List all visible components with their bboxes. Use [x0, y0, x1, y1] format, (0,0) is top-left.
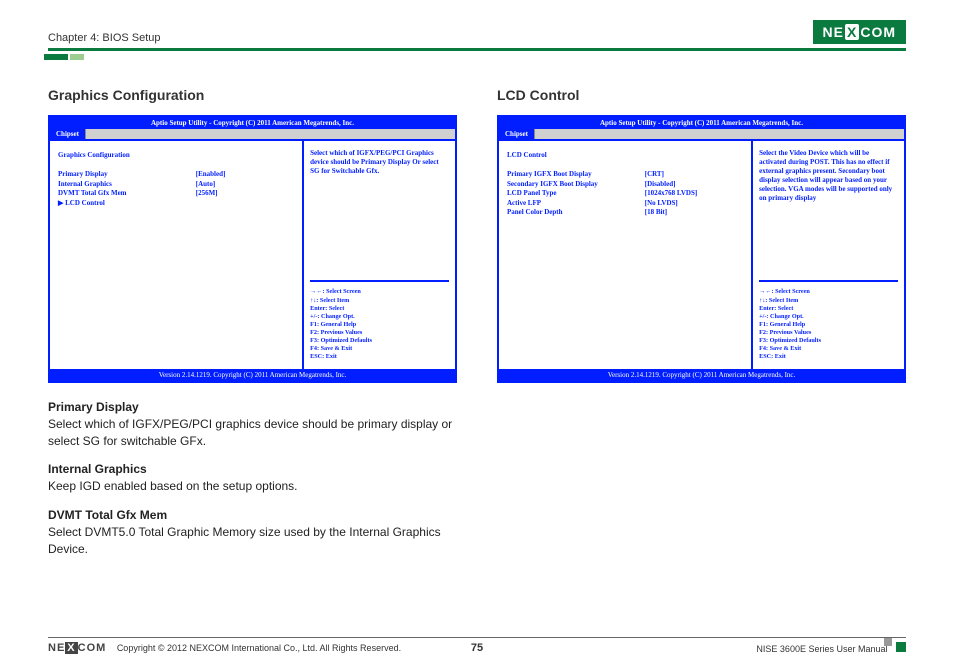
- bios-key: Enter: Select: [310, 305, 449, 313]
- bios-key-list: →←: Select Screen ↑↓: Select Item Enter:…: [759, 280, 898, 361]
- bios-tab-bar: Chipset: [499, 129, 904, 139]
- left-column: Graphics Configuration Aptio Setup Utili…: [48, 87, 457, 557]
- desc-body: Select which of IGFX/PEG/PCI graphics de…: [48, 416, 457, 450]
- bios-help-text: Select the Video Device which will be ac…: [759, 149, 898, 204]
- bios-title-bar: Aptio Setup Utility - Copyright (C) 2011…: [499, 117, 904, 129]
- bios-row[interactable]: Internal Graphics [Auto]: [58, 180, 294, 189]
- bios-key: ↑↓: Select Item: [759, 297, 898, 305]
- bios-row[interactable]: ▶ LCD Control: [58, 199, 294, 208]
- right-column: LCD Control Aptio Setup Utility - Copyri…: [497, 87, 906, 557]
- bios-key: ESC: Exit: [759, 353, 898, 361]
- bios-key: F4: Save & Exit: [310, 345, 449, 353]
- bios-help-text: Select which of IGFX/PEG/PCI Graphics de…: [310, 149, 449, 176]
- brand-logo: NEXCOM: [813, 20, 906, 44]
- bios-help-pane: Select which of IGFX/PEG/PCI Graphics de…: [304, 141, 455, 369]
- bios-row[interactable]: Active LFP [No LVDS]: [507, 199, 743, 208]
- bios-key: F1: General Help: [759, 321, 898, 329]
- bios-key: →←: Select Screen: [759, 288, 898, 296]
- bios-row-label: Primary IGFX Boot Display: [507, 170, 645, 179]
- bios-row-label: Primary Display: [58, 170, 196, 179]
- bios-row[interactable]: DVMT Total Gfx Mem [256M]: [58, 189, 294, 198]
- bios-tab-bar: Chipset: [50, 129, 455, 139]
- bios-row-value: [18 Bit]: [645, 208, 743, 217]
- bios-row-value: [Enabled]: [196, 170, 294, 179]
- bios-row-label: Panel Color Depth: [507, 208, 645, 217]
- bios-key: F4: Save & Exit: [759, 345, 898, 353]
- desc-term: Internal Graphics: [48, 461, 457, 478]
- bios-key-list: →←: Select Screen ↑↓: Select Item Enter:…: [310, 280, 449, 361]
- desc-term: Primary Display: [48, 399, 457, 416]
- bios-row-label: ▶ LCD Control: [58, 199, 196, 208]
- page-header: Chapter 4: BIOS Setup NEXCOM: [48, 20, 906, 44]
- bios-key: F3: Optimized Defaults: [310, 337, 449, 345]
- section-title-lcd: LCD Control: [497, 87, 906, 103]
- desc-body: Keep IGD enabled based on the setup opti…: [48, 478, 457, 495]
- section-title-graphics: Graphics Configuration: [48, 87, 457, 103]
- bios-key: F2: Previous Values: [759, 329, 898, 337]
- bios-row-value: [256M]: [196, 189, 294, 198]
- bios-row[interactable]: Primary IGFX Boot Display [CRT]: [507, 170, 743, 179]
- bios-key: ESC: Exit: [310, 353, 449, 361]
- description-block: Primary Display Select which of IGFX/PEG…: [48, 399, 457, 557]
- bios-row-value: [Auto]: [196, 180, 294, 189]
- page-number: 75: [48, 642, 906, 654]
- bios-tab-chipset[interactable]: Chipset: [50, 129, 86, 139]
- bios-key: Enter: Select: [759, 305, 898, 313]
- bios-row-label: LCD Panel Type: [507, 189, 645, 198]
- bios-key: F3: Optimized Defaults: [759, 337, 898, 345]
- bios-version-bar: Version 2.14.1219. Copyright (C) 2011 Am…: [499, 369, 904, 381]
- bios-row[interactable]: Primary Display [Enabled]: [58, 170, 294, 179]
- bios-settings-pane: LCD Control Primary IGFX Boot Display [C…: [499, 141, 753, 369]
- bios-row-label: Secondary IGFX Boot Display: [507, 180, 645, 189]
- bios-row-label: Internal Graphics: [58, 180, 196, 189]
- bios-settings-pane: Graphics Configuration Primary Display […: [50, 141, 304, 369]
- bios-key: ↑↓: Select Item: [310, 297, 449, 305]
- bios-key: →←: Select Screen: [310, 288, 449, 296]
- bios-row[interactable]: Panel Color Depth [18 Bit]: [507, 208, 743, 217]
- bios-row[interactable]: Secondary IGFX Boot Display [Disabled]: [507, 180, 743, 189]
- bios-tab-chipset[interactable]: Chipset: [499, 129, 535, 139]
- bios-row-value: [No LVDS]: [645, 199, 743, 208]
- desc-term: DVMT Total Gfx Mem: [48, 507, 457, 524]
- page-footer: NEXCOM Copyright © 2012 NEXCOM Internati…: [48, 637, 906, 654]
- footer-decor-icon: [896, 642, 906, 652]
- bios-row-value: [1024x768 LVDS]: [645, 189, 743, 198]
- bios-title-bar: Aptio Setup Utility - Copyright (C) 2011…: [50, 117, 455, 129]
- bios-pane-heading: Graphics Configuration: [58, 151, 294, 160]
- bios-row-value: [Disabled]: [645, 180, 743, 189]
- bios-row-label: Active LFP: [507, 199, 645, 208]
- bios-pane-heading: LCD Control: [507, 151, 743, 160]
- bios-key: F1: General Help: [310, 321, 449, 329]
- bios-row-value: [196, 199, 294, 208]
- bios-key: F2: Previous Values: [310, 329, 449, 337]
- bios-row-value: [CRT]: [645, 170, 743, 179]
- bios-key: +/-: Change Opt.: [310, 313, 449, 321]
- header-rule: [48, 48, 906, 51]
- chapter-label: Chapter 4: BIOS Setup: [48, 32, 161, 44]
- bios-help-pane: Select the Video Device which will be ac…: [753, 141, 904, 369]
- bios-version-bar: Version 2.14.1219. Copyright (C) 2011 Am…: [50, 369, 455, 381]
- desc-body: Select DVMT5.0 Total Graphic Memory size…: [48, 524, 457, 558]
- bios-screenshot-lcd: Aptio Setup Utility - Copyright (C) 2011…: [497, 115, 906, 383]
- bios-key: +/-: Change Opt.: [759, 313, 898, 321]
- bios-row[interactable]: LCD Panel Type [1024x768 LVDS]: [507, 189, 743, 198]
- bios-screenshot-graphics: Aptio Setup Utility - Copyright (C) 2011…: [48, 115, 457, 383]
- bios-row-label: DVMT Total Gfx Mem: [58, 189, 196, 198]
